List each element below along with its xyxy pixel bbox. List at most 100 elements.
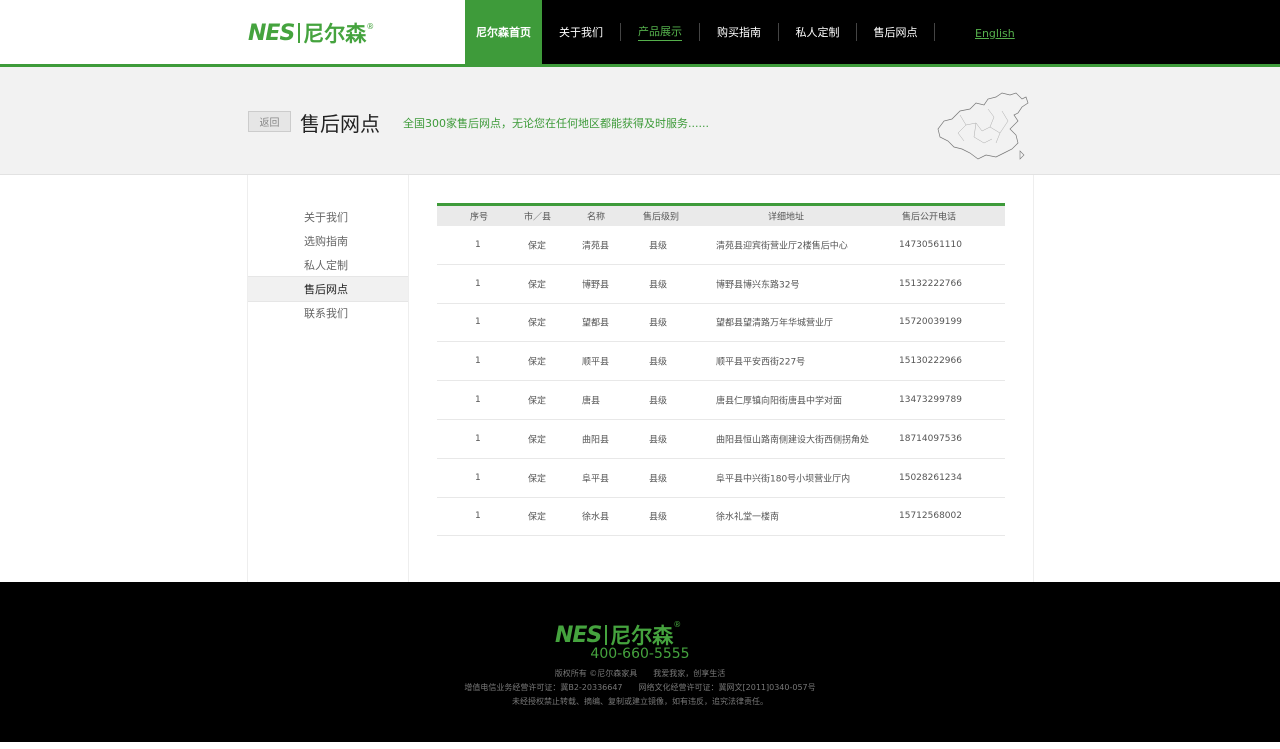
cell-address: 博野县博兴东路32号 (716, 280, 800, 291)
page-banner: 返回 售后网点 全国300家售后网点，无论您在任何地区都能获得及时服务.....… (0, 67, 1280, 175)
cell-level: 县级 (649, 318, 668, 329)
cell-name: 徐水县 (582, 512, 610, 523)
table-row: 1 保定 曲阳县 县级 曲阳县恒山路南侧建设大街西侧拐角处 18714097536 (437, 420, 1005, 459)
nav-products[interactable]: 产品展示 (621, 0, 699, 64)
main-nav: 尼尔森首页 关于我们 产品展示 购买指南 私人定制 售后网点 (465, 0, 935, 64)
english-link[interactable]: English (975, 27, 1015, 40)
nav-custom[interactable]: 私人定制 (779, 0, 856, 64)
logo-latin: NES (248, 20, 295, 46)
cell-phone: 15132222766 (899, 278, 962, 289)
cell-index: 1 (475, 511, 481, 522)
page-title: 售后网点 (300, 112, 380, 136)
registered-mark: ® (366, 22, 375, 31)
cell-index: 1 (475, 239, 481, 250)
cell-level: 县级 (649, 280, 668, 291)
col-header-address: 详细地址 (768, 212, 805, 223)
china-map-icon (937, 92, 1029, 160)
nav-about-label: 关于我们 (559, 26, 603, 39)
table-row: 1 保定 博野县 县级 博野县博兴东路32号 15132222766 (437, 265, 1005, 304)
logo-divider (298, 23, 301, 43)
cell-index: 1 (475, 356, 481, 367)
cell-address: 徐水礼堂一楼南 (716, 512, 780, 523)
cell-level: 县级 (649, 357, 668, 368)
cell-level: 县级 (649, 474, 668, 485)
brand-logo[interactable]: NES 尼尔森 ® (248, 20, 375, 47)
nav-separator (934, 23, 935, 41)
table-row: 1 保定 唐县 县级 唐县仁厚镇向阳街唐县中学对面 13473299789 (437, 381, 1005, 420)
nav-about[interactable]: 关于我们 (542, 0, 620, 64)
footer-logo-divider (605, 625, 608, 645)
nav-buying-guide-label: 购买指南 (717, 26, 761, 39)
table-header: 序号 市／县 名称 售后级别 详细地址 售后公开电话 (437, 203, 1005, 226)
nav-service-points[interactable]: 售后网点 (857, 0, 934, 64)
nav-custom-label: 私人定制 (795, 26, 840, 39)
footer-logo-latin: NES (555, 622, 602, 648)
cell-city: 保定 (528, 512, 547, 523)
nav-home-label: 尼尔森首页 (476, 26, 531, 39)
footer-phone: 400-660-5555 (590, 646, 690, 662)
cell-index: 1 (475, 317, 481, 328)
footer (0, 582, 1280, 742)
cell-name: 曲阳县 (582, 435, 610, 446)
page-subtitle: 全国300家售后网点，无论您在任何地区都能获得及时服务...... (403, 117, 709, 130)
cell-name: 顺平县 (582, 357, 610, 368)
cell-address: 唐县仁厚镇向阳街唐县中学对面 (716, 396, 843, 407)
cell-address: 阜平县中兴街180号小坝营业厅内 (716, 474, 851, 485)
cell-name: 唐县 (582, 396, 601, 407)
cell-level: 县级 (649, 435, 668, 446)
sidebar-item-about[interactable]: 关于我们 (248, 205, 408, 229)
sidebar-item-custom[interactable]: 私人定制 (248, 253, 408, 277)
col-header-name: 名称 (587, 212, 606, 223)
cell-phone: 15028261234 (899, 472, 962, 483)
nav-service-points-label: 售后网点 (873, 26, 918, 39)
col-header-phone: 售后公开电话 (902, 212, 957, 223)
sidebar-item-service[interactable]: 售后网点 (248, 276, 408, 302)
cell-level: 县级 (649, 512, 668, 523)
nav-products-label: 产品展示 (638, 23, 682, 41)
back-button[interactable]: 返回 (248, 111, 291, 132)
cell-phone: 14730561110 (899, 239, 962, 250)
cell-phone: 13473299789 (899, 395, 962, 406)
table-row: 1 保定 徐水县 县级 徐水礼堂一楼南 15712568002 (437, 498, 1005, 537)
footer-copyright: 版权所有 ©尼尔森家具 我爱我家，创享生活 (554, 669, 726, 678)
col-header-level: 售后级别 (643, 212, 680, 223)
footer-bottom-strip (0, 742, 1280, 749)
sidebar-item-contact[interactable]: 联系我们 (248, 301, 408, 325)
table-body: 1 保定 清苑县 县级 清苑县迎宾街营业厅2楼售后中心 14730561110 1 保定 博野县… (437, 226, 1005, 537)
col-header-index: 序号 (470, 212, 489, 223)
cell-city: 保定 (528, 435, 547, 446)
cell-address: 清苑县迎宾街营业厅2楼售后中心 (716, 241, 848, 252)
cell-name: 阜平县 (582, 474, 610, 485)
sidebar: 关于我们 选购指南 私人定制 售后网点 联系我们 (247, 175, 409, 582)
table-row: 1 保定 阜平县 县级 阜平县中兴街180号小坝营业厅内 15028261234 (437, 459, 1005, 498)
cell-name: 博野县 (582, 280, 610, 291)
cell-address: 曲阳县恒山路南侧建设大街西侧拐角处 (716, 435, 870, 446)
cell-level: 县级 (649, 241, 668, 252)
table-row: 1 保定 望都县 县级 望都县望清路万年华城营业厅 15720039199 (437, 304, 1005, 343)
cell-address: 顺平县平安西街227号 (716, 357, 806, 368)
cell-index: 1 (475, 433, 481, 444)
footer-registered-mark: ® (673, 620, 682, 629)
cell-index: 1 (475, 278, 481, 289)
cell-phone: 15712568002 (899, 511, 962, 522)
nav-home[interactable]: 尼尔森首页 (465, 0, 542, 64)
cell-name: 望都县 (582, 318, 610, 329)
cell-city: 保定 (528, 241, 547, 252)
cell-city: 保定 (528, 474, 547, 485)
sidebar-item-guide[interactable]: 选购指南 (248, 229, 408, 253)
service-points-table: 序号 市／县 名称 售后级别 详细地址 售后公开电话 1 保定 清苑县 县级 清苑县迎宾… (437, 203, 1005, 537)
cell-city: 保定 (528, 280, 547, 291)
cell-name: 清苑县 (582, 241, 610, 252)
col-header-city: 市／县 (524, 212, 552, 223)
nav-buying-guide[interactable]: 购买指南 (700, 0, 778, 64)
cell-phone: 15720039199 (899, 317, 962, 328)
logo-chinese: 尼尔森 (303, 22, 367, 46)
cell-index: 1 (475, 472, 481, 483)
table-row: 1 保定 清苑县 县级 清苑县迎宾街营业厅2楼售后中心 14730561110 (437, 226, 1005, 265)
logo-area (0, 0, 465, 64)
cell-index: 1 (475, 395, 481, 406)
table-row: 1 保定 顺平县 县级 顺平县平安西街227号 15130222966 (437, 342, 1005, 382)
cell-phone: 18714097536 (899, 433, 962, 444)
cell-level: 县级 (649, 396, 668, 407)
cell-city: 保定 (528, 318, 547, 329)
